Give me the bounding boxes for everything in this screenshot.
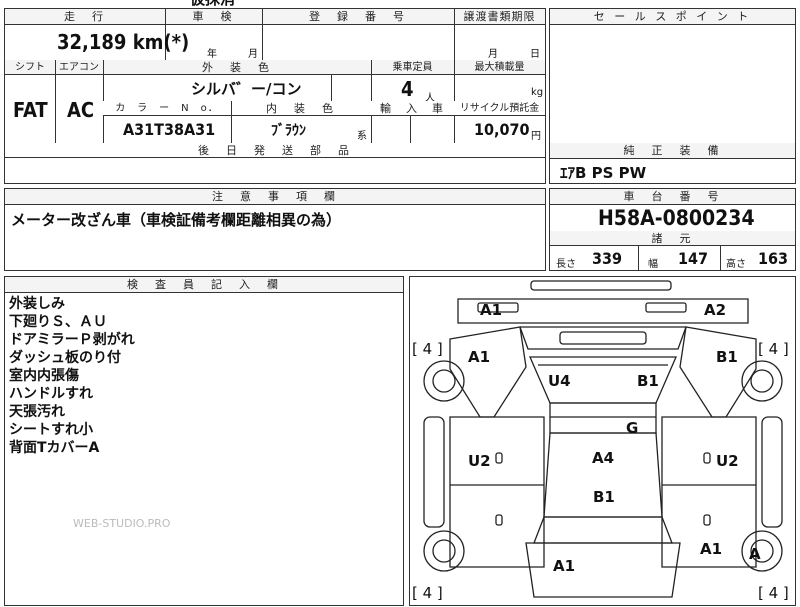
car-outline-drawing [423,280,783,598]
damage-label: A1 [480,301,503,319]
chassis-panel: 車 台 番 号 H58A-0800234 諸 元 長さ 339 幅 147 高さ… [549,188,796,271]
color-no-header: カ ラ ー N o． [103,101,231,116]
recycle-fee-value: 10,070 [474,120,530,139]
recycle-unit: 円 [531,131,541,142]
capacity-header: 乗車定員 [371,60,454,75]
interior-color-value: ﾌﾞﾗｳﾝ [271,123,306,139]
month-unit: 月 [248,49,258,60]
tire-mark-front-right: [ 4 ] [758,340,789,358]
shift-header: シフト [5,60,55,75]
inspector-header: 検 査 員 記 入 欄 [5,277,403,293]
equipment-header: 純 正 装 備 [550,143,795,159]
inspector-note: 背面TカバーA [9,440,100,456]
damage-label: U4 [548,372,571,390]
damage-label: A4 [592,449,615,467]
inspector-note: 室内内張傷 [9,368,79,384]
damage-label: B1 [637,372,659,390]
height-value: 163 [758,249,789,268]
equipment-value: ｴｱB PS PW [560,164,647,182]
transfer-month: 月 [488,49,498,60]
damage-label: A1 [468,348,491,366]
transfer-header: 譲渡書類期限 [454,9,545,25]
inspector-note: 下廻りＳ、ＡＵ [9,314,107,330]
inspector-note: ドアミラーＰ剥がれ [9,332,135,348]
damage-label: A2 [704,301,727,319]
parts-header: 後 日 発 送 部 品 [5,143,545,158]
length-value: 339 [592,249,623,268]
recycle-header: リサイクル預託金 [454,101,545,116]
aircon-header: エアコン [55,60,103,75]
shift-value: FAT [13,98,48,122]
inspector-notes-list: 外装しみ 下廻りＳ、ＡＵ ドアミラーＰ剥がれ ダッシュ板のり付 室内内張傷 ハン… [9,295,135,457]
tire-mark-front-left: [ 4 ] [412,340,443,358]
damage-label: B1 [593,488,615,506]
registration-header: 登 録 番 号 [262,9,454,25]
color-no-value: A31T38A31 [123,120,216,139]
sales-points-panel: セ ー ル ス ポ イ ン ト 純 正 装 備 ｴｱB PS PW [549,8,796,184]
height-label: 高さ [726,259,746,270]
inspector-note: 天張汚れ [9,404,65,420]
mileage-value: 32,189 km(*) [57,30,190,54]
sales-points-header: セ ー ル ス ポ イ ン ト [550,9,795,25]
dimensions-header: 諸 元 [550,231,795,246]
notes-header: 注 意 事 項 欄 [5,189,545,205]
notes-text: メーター改ざん車（車検証備考欄距離相異の為） [11,211,342,229]
transfer-day: 日 [530,49,540,60]
interior-suffix: 系 [357,131,367,142]
inspector-note: シートすれ小 [9,422,93,438]
capacity-value: 4 [401,77,414,101]
interior-color-header: 内 装 色 [231,101,371,116]
damage-label: U2 [468,452,491,470]
damage-label: G [626,419,639,437]
damage-label: A1 [700,540,723,558]
vehicle-info-table: 走 行 車 検 登 録 番 号 譲渡書類期限 32,189 km(*) 年 月 … [4,8,546,184]
exterior-color-header: 外 装 色 [103,60,371,75]
aircon-value: AC [67,98,95,122]
watermark: WEB-STUDIO.PRO [73,517,171,530]
chassis-header: 車 台 番 号 [550,189,795,205]
inspection-header: 車 検 [165,9,262,25]
chassis-number: H58A-0800234 [598,206,755,230]
damage-label: U2 [716,452,739,470]
car-diagram: [ 4 ] [ 4 ] [ 4 ] [ 4 ] A1 A2 A1 B1 U4 B… [409,276,796,606]
notes-panel: 注 意 事 項 欄 メーター改ざん車（車検証備考欄距離相異の為） [4,188,546,271]
width-value: 147 [678,249,709,268]
max-load-header: 最大積載量 [454,60,545,75]
inspector-panel: 検 査 員 記 入 欄 外装しみ 下廻りＳ、ＡＵ ドアミラーＰ剥がれ ダッシュ板… [4,276,404,606]
year-unit: 年 [207,49,217,60]
damage-label: B1 [716,348,738,366]
damage-label: A [749,545,761,563]
damage-label: A1 [553,557,576,575]
width-label: 幅 [648,259,658,270]
length-label: 長さ [556,259,576,270]
exterior-color-value: シルバ゛ー/コン [191,80,302,98]
inspector-note: ハンドルすれ [9,386,93,402]
tire-mark-rear-right: [ 4 ] [758,584,789,602]
inspector-note: ダッシュ板のり付 [9,350,121,366]
import-header: 輸 入 車 [371,101,454,116]
inspector-note: 外装しみ [9,296,65,312]
max-load-unit: kg [531,87,544,98]
mileage-header: 走 行 [5,9,165,25]
tire-mark-rear-left: [ 4 ] [412,584,443,602]
